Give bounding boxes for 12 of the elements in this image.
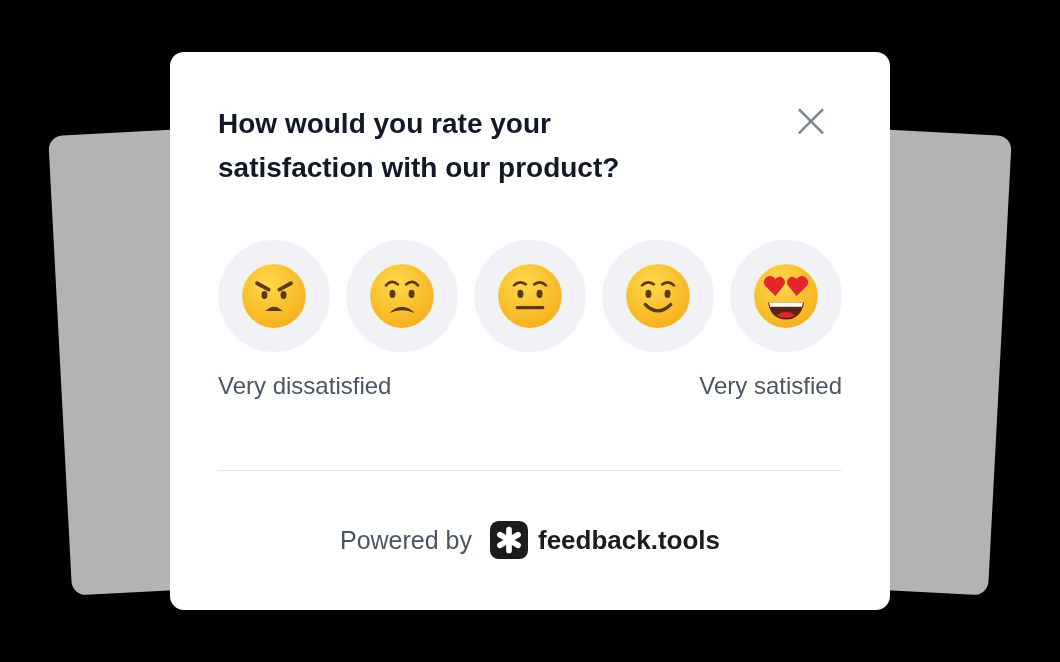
worried-face-icon [368,262,436,330]
survey-question: How would you rate your satisfaction with our product? [218,107,621,185]
brand-link[interactable]: feedback.tools [538,524,721,556]
powered-by-text: Powered by [339,525,472,555]
smile-face-icon [624,262,692,330]
neutral-face-icon [496,262,564,330]
scale-label: Very dissatisfied [218,372,392,400]
scale-label: Very satisfied [699,372,842,400]
heart-eyes-face-icon [752,262,820,330]
angry-face-icon [240,262,308,330]
asterisk-logo-icon [490,521,528,559]
close-button[interactable]: × [786,100,836,140]
